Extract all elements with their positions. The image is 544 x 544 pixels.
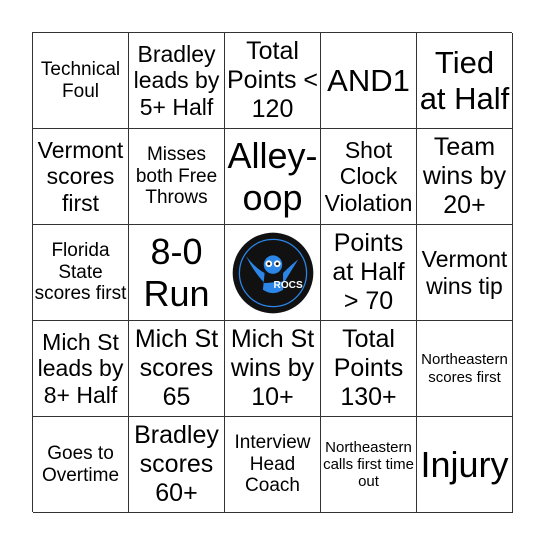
- bingo-cell[interactable]: 8-0 Run: [129, 225, 225, 321]
- bingo-cell[interactable]: Misses both Free Throws: [129, 129, 225, 225]
- bingo-cell[interactable]: Total Points < 120: [225, 33, 321, 129]
- bingo-cell[interactable]: Northeastern calls first time out: [321, 417, 417, 513]
- bingo-cell[interactable]: Vermont wins tip: [417, 225, 513, 321]
- bingo-cell[interactable]: Bradley scores 60+: [129, 417, 225, 513]
- rocs-logo-icon: ROCS: [232, 232, 313, 313]
- bingo-cell[interactable]: Points at Half > 70: [321, 225, 417, 321]
- bingo-cell[interactable]: Florida State scores first: [33, 225, 129, 321]
- bingo-cell[interactable]: Alley-oop: [225, 129, 321, 225]
- bingo-cell[interactable]: Team wins by 20+: [417, 129, 513, 225]
- bingo-cell[interactable]: Vermont scores first: [33, 129, 129, 225]
- bingo-grid: Technical Foul Bradley leads by 5+ Half To…: [32, 32, 513, 513]
- bingo-cell[interactable]: Mich St wins by 10+: [225, 321, 321, 417]
- bingo-cell[interactable]: Mich St scores 65: [129, 321, 225, 417]
- bingo-cell[interactable]: Mich St leads by 8+ Half: [33, 321, 129, 417]
- bingo-cell[interactable]: Shot Clock Violation: [321, 129, 417, 225]
- bingo-cell[interactable]: Bradley leads by 5+ Half: [129, 33, 225, 129]
- bingo-cell[interactable]: AND1: [321, 33, 417, 129]
- free-space-cell[interactable]: ROCS: [225, 225, 321, 321]
- svg-text:ROCS: ROCS: [273, 280, 302, 291]
- bingo-cell[interactable]: Goes to Overtime: [33, 417, 129, 513]
- bingo-cell[interactable]: Interview Head Coach: [225, 417, 321, 513]
- bingo-cell[interactable]: Technical Foul: [33, 33, 129, 129]
- bingo-cell[interactable]: Tied at Half: [417, 33, 513, 129]
- bingo-cell[interactable]: Northeastern scores first: [417, 321, 513, 417]
- bingo-cell[interactable]: Total Points 130+: [321, 321, 417, 417]
- bingo-cell[interactable]: Injury: [417, 417, 513, 513]
